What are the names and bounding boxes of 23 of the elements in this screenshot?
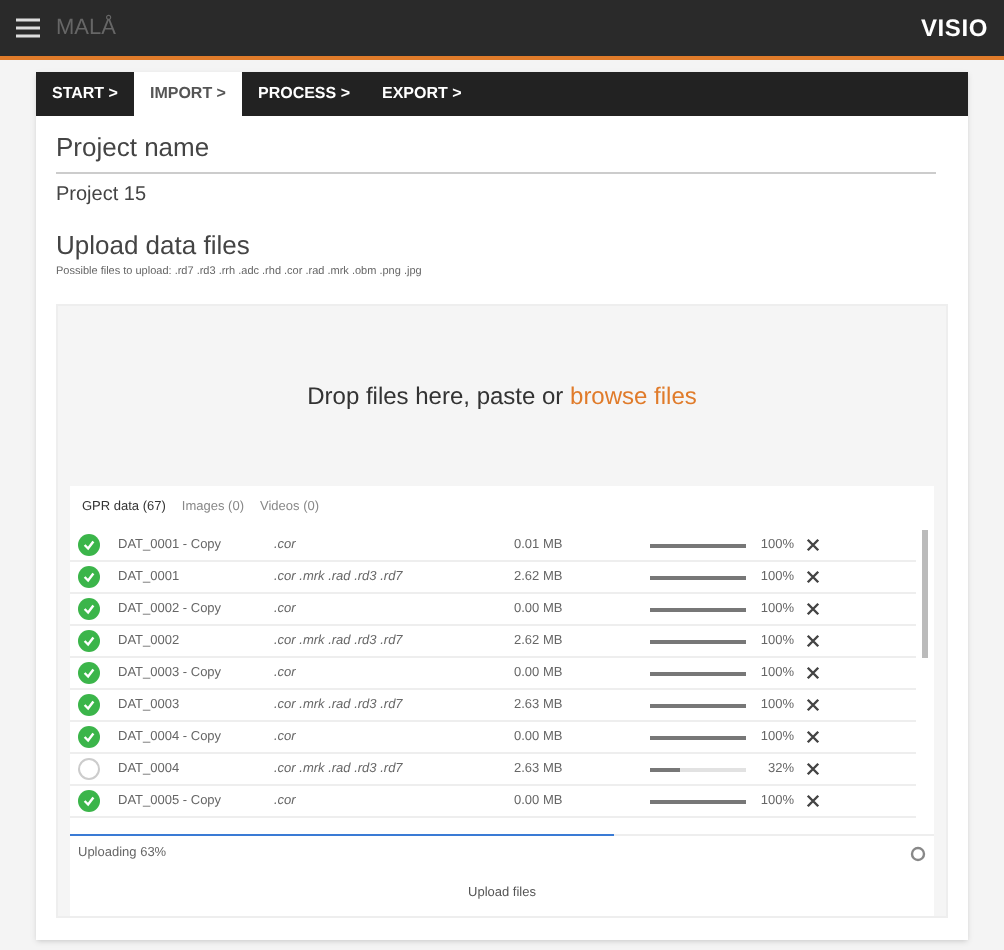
remove-icon[interactable] <box>806 794 820 808</box>
remove-icon[interactable] <box>806 730 820 744</box>
field-label: Project name <box>56 130 212 166</box>
brand-title: VISIO <box>920 12 988 46</box>
drop-text: Drop files here, paste or browse files <box>307 380 697 415</box>
remove-icon[interactable] <box>806 698 820 712</box>
remove-icon[interactable] <box>806 762 820 776</box>
step-tab[interactable]: EXPORT > <box>366 72 478 116</box>
remove-icon[interactable] <box>806 666 820 680</box>
drop-zone[interactable]: Drop files here, paste or browse files <box>58 306 946 487</box>
step-tab[interactable]: PROCESS > <box>241 72 366 116</box>
project-name-field[interactable]: Project 15 <box>56 171 936 209</box>
menu-icon[interactable] <box>16 18 40 38</box>
logo: MALÅ <box>56 12 116 44</box>
section-title: Upload data files <box>56 227 252 264</box>
remove-icon[interactable] <box>806 634 820 648</box>
remove-icon[interactable] <box>806 570 820 584</box>
step-tab[interactable]: IMPORT > <box>133 72 242 116</box>
spinner-icon <box>910 846 926 862</box>
scrollbar[interactable] <box>922 530 928 658</box>
step-tab[interactable]: START > <box>36 72 134 116</box>
remove-icon[interactable] <box>806 538 820 552</box>
remove-icon[interactable] <box>806 602 820 616</box>
